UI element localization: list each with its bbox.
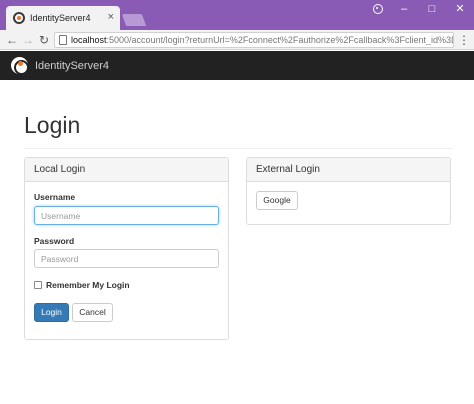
- username-label: Username: [34, 192, 76, 202]
- browser-title-bar: IdentityServer4 × – □ ✕: [0, 0, 474, 30]
- back-icon[interactable]: ←: [4, 31, 20, 49]
- remember-login-row[interactable]: Remember My Login: [34, 280, 130, 290]
- password-label: Password: [34, 236, 75, 246]
- brand-link[interactable]: IdentityServer4: [35, 60, 109, 72]
- identityserver-logo-icon[interactable]: [11, 57, 29, 75]
- cancel-button[interactable]: Cancel: [72, 303, 113, 322]
- remember-login-label[interactable]: Remember My Login: [46, 280, 130, 290]
- username-input[interactable]: [34, 206, 219, 225]
- external-login-heading: External Login: [247, 158, 450, 182]
- browser-toolbar: ← → ↻ localhost:5000/account/login?retur…: [0, 30, 474, 50]
- address-bar[interactable]: localhost:5000/account/login?returnUrl=%…: [54, 32, 454, 48]
- maximize-icon[interactable]: □: [423, 2, 441, 16]
- browser-menu-icon[interactable]: ⋮: [458, 31, 470, 49]
- local-login-heading: Local Login: [25, 158, 228, 182]
- minimize-icon[interactable]: –: [395, 2, 413, 16]
- password-input[interactable]: [34, 249, 219, 268]
- new-tab-button[interactable]: [121, 14, 147, 26]
- url-path: :5000/account/login?returnUrl=%2Fconnect…: [106, 35, 453, 45]
- tab-title: IdentityServer4: [30, 13, 91, 23]
- page-title: Login: [24, 112, 81, 138]
- external-login-panel: External Login Google: [246, 157, 451, 225]
- url-text: localhost:5000/account/login?returnUrl=%…: [71, 35, 453, 45]
- browser-tab[interactable]: IdentityServer4 ×: [6, 6, 120, 30]
- login-button[interactable]: Login: [34, 303, 69, 322]
- page-info-icon[interactable]: [59, 35, 67, 45]
- remember-login-checkbox[interactable]: [34, 281, 42, 289]
- local-login-panel: Local Login Username Password Remember M…: [24, 157, 229, 340]
- window-close-icon[interactable]: ✕: [451, 2, 469, 16]
- page-header: Login: [24, 112, 452, 149]
- identityserver-favicon-icon: [13, 12, 25, 24]
- app-navbar: IdentityServer4: [0, 51, 474, 80]
- forward-icon[interactable]: →: [20, 31, 36, 49]
- google-login-button[interactable]: Google: [256, 191, 298, 210]
- profile-icon[interactable]: [368, 2, 386, 16]
- reload-icon[interactable]: ↻: [36, 31, 52, 49]
- tab-close-icon[interactable]: ×: [108, 11, 114, 23]
- url-host: localhost: [71, 35, 107, 45]
